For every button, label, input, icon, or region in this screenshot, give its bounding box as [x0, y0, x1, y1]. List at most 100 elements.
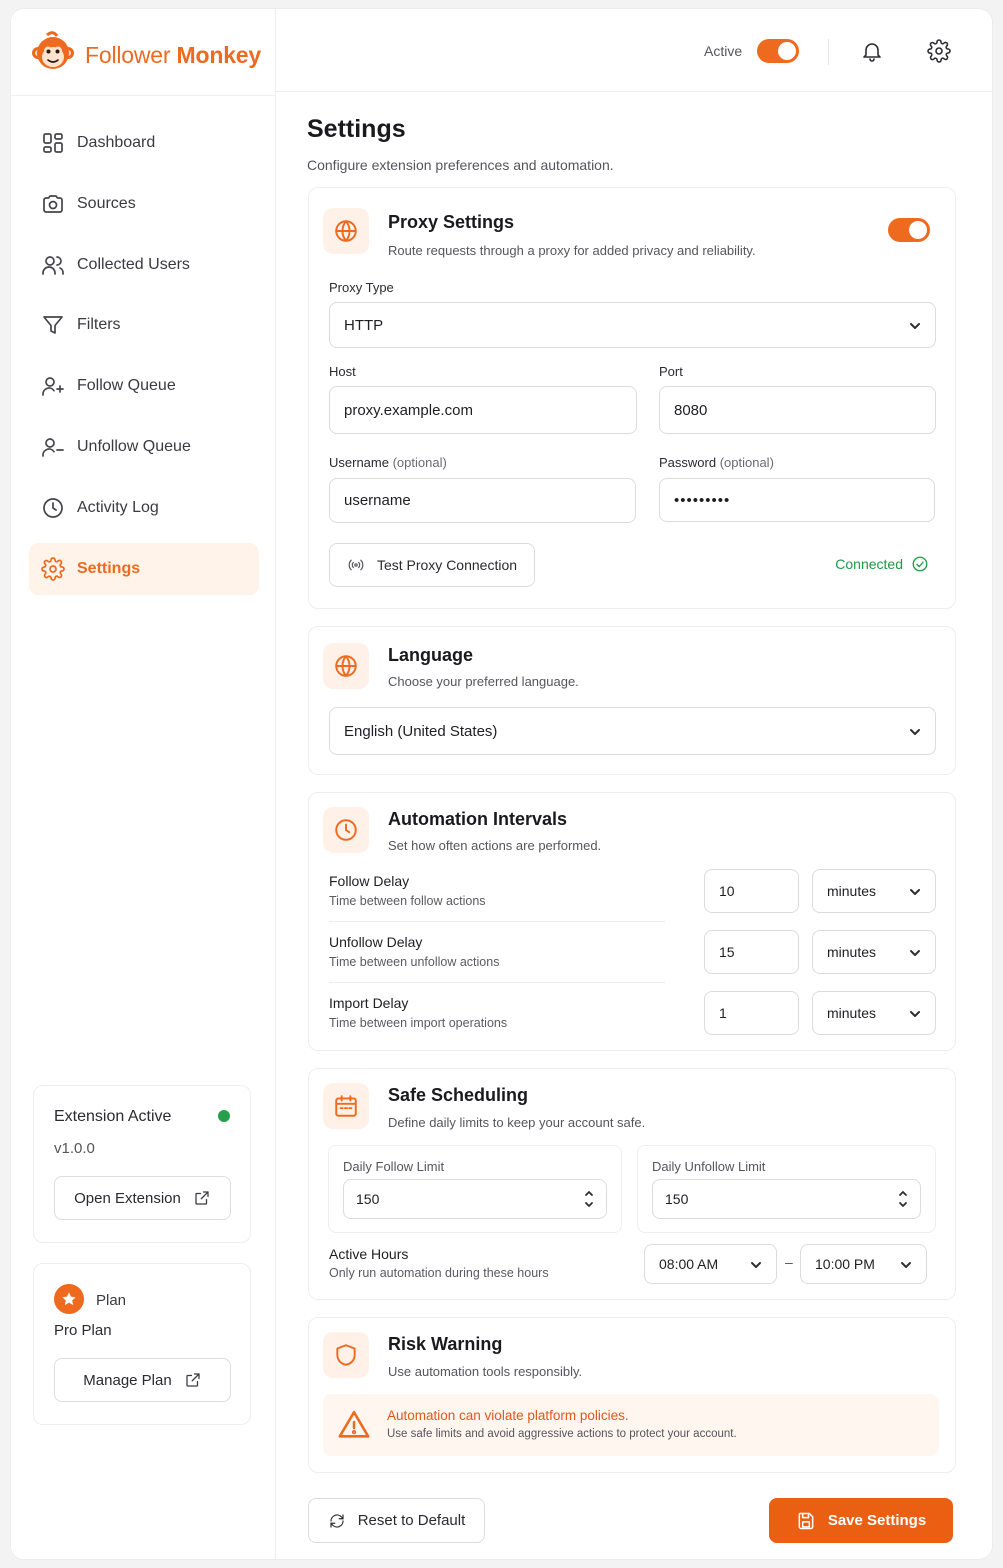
follow-delay-unit-select[interactable]: minutes — [812, 869, 936, 913]
check-circle-icon — [912, 556, 928, 572]
language-value: English (United States) — [344, 722, 498, 740]
extension-status-title: Extension Active — [54, 1108, 172, 1125]
app-name-part2: Monkey — [176, 42, 262, 68]
bell-icon[interactable] — [860, 39, 884, 63]
proxy-type-select[interactable]: HTTP — [329, 302, 936, 348]
extension-version: v1.0.0 — [54, 1140, 95, 1157]
plan-name: Pro Plan — [54, 1322, 112, 1339]
manage-plan-button[interactable]: Manage Plan — [54, 1358, 231, 1402]
start-time-value: 08:00 AM — [659, 1256, 719, 1272]
calendar-icon — [323, 1083, 369, 1129]
users-icon — [42, 255, 64, 275]
intervals-subtitle: Set how often actions are performed. — [388, 838, 602, 853]
import-delay-unit-select[interactable]: minutes — [812, 991, 936, 1035]
active-label: Active — [704, 43, 743, 59]
username-label: Username (optional) — [329, 455, 447, 470]
follow-delay-input[interactable]: 10 — [704, 869, 799, 913]
daily-unfollow-limit-box: Daily Unfollow Limit 150 — [637, 1145, 936, 1233]
import-delay-desc: Time between import operations — [329, 1016, 508, 1030]
clock-icon — [323, 807, 369, 853]
chevron-down-icon — [909, 319, 921, 331]
sidebar-item-dashboard[interactable]: Dashboard — [29, 117, 259, 169]
risk-warning-panel: Risk Warning Use automation tools respon… — [308, 1317, 956, 1473]
password-optional-text: (optional) — [719, 455, 774, 470]
import-delay-title: Import Delay — [329, 995, 409, 1011]
sidebar-item-activity-log[interactable]: Activity Log — [29, 482, 259, 534]
end-time-value: 10:00 PM — [815, 1256, 875, 1272]
warning-text: Use safe limits and avoid aggressive act… — [387, 1428, 737, 1440]
sidebar-item-settings[interactable]: Settings — [29, 542, 259, 595]
stepper-arrows-icon[interactable] — [898, 1188, 908, 1210]
connection-status: Connected — [835, 555, 929, 573]
sidebar-item-label: Activity Log — [77, 498, 159, 516]
password-label: Password (optional) — [659, 455, 774, 470]
gear-icon — [41, 556, 65, 581]
row-divider — [329, 982, 665, 983]
sidebar-item-sources[interactable]: Sources — [29, 178, 259, 230]
unfollow-delay-unit-select[interactable]: minutes — [812, 930, 936, 974]
port-input[interactable]: 8080 — [659, 386, 936, 434]
import-delay-input[interactable]: 1 — [704, 991, 799, 1035]
unfollow-delay-unit: minutes — [827, 944, 877, 960]
reset-to-default-button[interactable]: Reset to Default — [308, 1498, 485, 1543]
external-link-icon — [195, 1191, 209, 1205]
active-hours-title: Active Hours — [329, 1246, 409, 1262]
sidebar-item-label: Unfollow Queue — [77, 437, 191, 455]
username-label-text: Username — [329, 455, 389, 470]
unfollow-delay-desc: Time between unfollow actions — [329, 955, 500, 969]
proxy-settings-panel: Proxy Settings Route requests through a … — [308, 187, 956, 609]
warning-title: Automation can violate platform policies… — [387, 1408, 629, 1423]
follow-delay-unit: minutes — [827, 883, 877, 899]
daily-follow-limit-value: 150 — [356, 1191, 380, 1207]
main-content: Settings Configure extension preferences… — [276, 93, 992, 1559]
active-toggle[interactable] — [757, 39, 799, 63]
save-settings-button[interactable]: Save Settings — [769, 1498, 953, 1543]
daily-follow-limit-input[interactable]: 150 — [343, 1179, 607, 1219]
proxy-toggle[interactable] — [888, 218, 930, 242]
extension-status-card: Extension Active v1.0.0 Open Extension — [33, 1085, 251, 1243]
password-label-text: Password — [659, 455, 717, 470]
password-input[interactable]: ••••••••• — [659, 478, 935, 522]
sidebar-item-follow-queue[interactable]: Follow Queue — [29, 360, 259, 412]
logo[interactable]: Follower Monkey — [31, 31, 261, 80]
test-proxy-button[interactable]: Test Proxy Connection — [329, 543, 535, 587]
app-name-part1: Follower — [85, 42, 171, 68]
sidebar: Follower Monkey Dashboard Sources Collec… — [11, 9, 276, 1559]
import-delay-unit: minutes — [827, 1005, 877, 1021]
host-input[interactable]: proxy.example.com — [329, 386, 637, 434]
proxy-type-value: HTTP — [344, 316, 384, 334]
username-input[interactable]: username — [329, 478, 636, 523]
follow-delay-desc: Time between follow actions — [329, 894, 486, 908]
sidebar-item-unfollow-queue[interactable]: Unfollow Queue — [29, 421, 259, 473]
scheduling-title: Safe Scheduling — [388, 1085, 529, 1105]
gear-icon[interactable] — [927, 39, 951, 63]
sidebar-item-collected-users[interactable]: Collected Users — [29, 239, 259, 291]
unfollow-delay-input[interactable]: 15 — [704, 930, 799, 974]
language-select[interactable]: English (United States) — [329, 707, 936, 755]
clock-icon — [43, 497, 63, 518]
chevron-down-icon — [909, 725, 921, 737]
risk-subtitle: Use automation tools responsibly. — [388, 1364, 583, 1379]
shield-icon — [323, 1332, 369, 1378]
chevron-down-icon — [909, 885, 921, 897]
automation-intervals-panel: Automation Intervals Set how often actio… — [308, 792, 956, 1051]
chevron-down-icon — [900, 1258, 912, 1270]
status-indicator-dot — [218, 1110, 230, 1122]
proxy-title: Proxy Settings — [388, 212, 515, 232]
start-time-select[interactable]: 08:00 AM — [644, 1244, 777, 1284]
end-time-select[interactable]: 10:00 PM — [800, 1244, 927, 1284]
language-panel: Language Choose your preferred language.… — [308, 626, 956, 775]
port-label: Port — [659, 364, 683, 379]
chevron-down-icon — [909, 1007, 921, 1019]
topbar-divider — [828, 39, 829, 65]
reset-label: Reset to Default — [357, 1512, 466, 1529]
manage-plan-label: Manage Plan — [83, 1371, 172, 1389]
user-plus-icon — [42, 377, 64, 397]
unfollow-delay-title: Unfollow Delay — [329, 934, 423, 950]
stepper-arrows-icon[interactable] — [584, 1188, 594, 1210]
warning-triangle-icon — [338, 1410, 370, 1438]
sidebar-item-filters[interactable]: Filters — [29, 299, 259, 351]
open-extension-button[interactable]: Open Extension — [54, 1176, 231, 1220]
language-title: Language — [388, 645, 474, 665]
daily-unfollow-limit-input[interactable]: 150 — [652, 1179, 921, 1219]
